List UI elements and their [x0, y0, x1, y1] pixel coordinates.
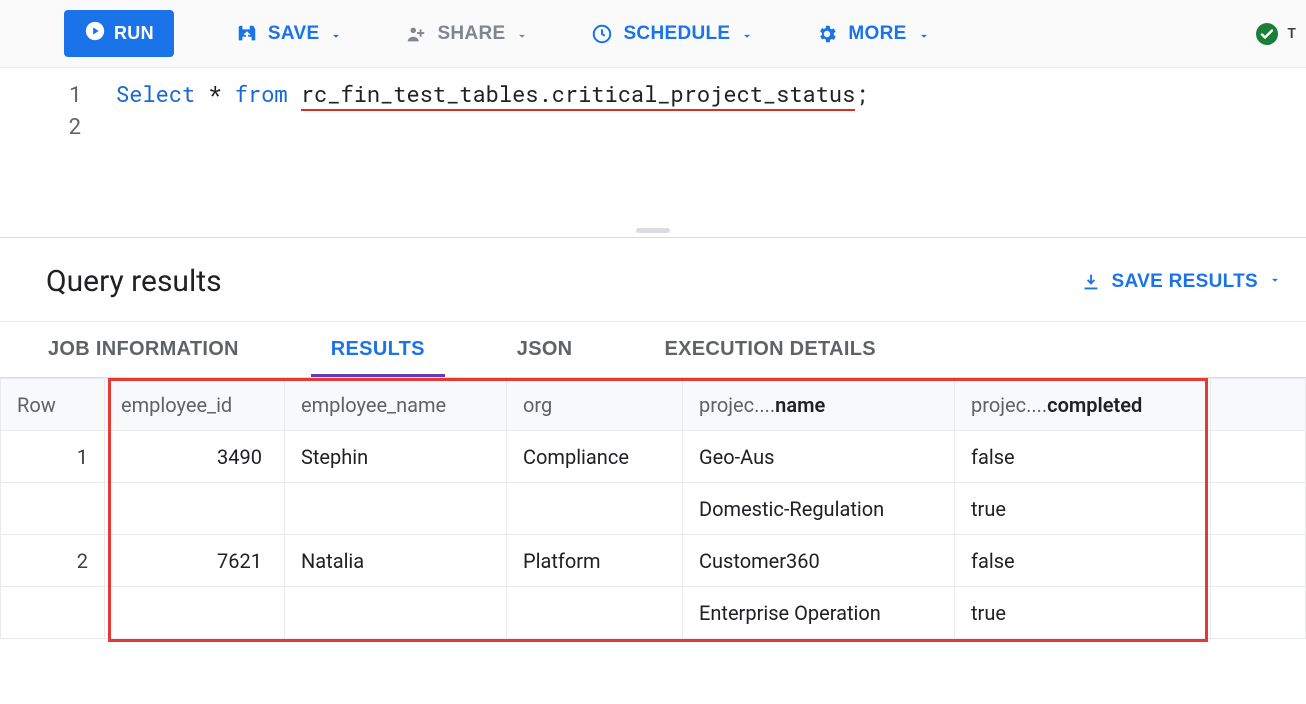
tab-json[interactable]: JSON [517, 322, 573, 377]
share-icon [405, 23, 427, 45]
chevron-down-icon [917, 27, 931, 41]
save-results-button[interactable]: SAVE RESULTS [1080, 271, 1282, 293]
check-circle-icon [1255, 22, 1279, 46]
table-row[interactable]: 1 3490 Stephin Compliance Geo-Aus false [1, 431, 1306, 483]
save-results-label: SAVE RESULTS [1112, 271, 1258, 293]
cell-employee-name [285, 483, 507, 535]
results-header: Query results SAVE RESULTS [0, 238, 1306, 322]
results-title: Query results [46, 264, 222, 299]
save-icon [236, 23, 258, 45]
cell-padding [1211, 535, 1306, 587]
chevron-down-icon [1268, 271, 1282, 293]
cell-padding [1211, 431, 1306, 483]
keyword: Select [116, 79, 195, 108]
chevron-down-icon [329, 27, 343, 41]
line-gutter: 1 2 [0, 68, 100, 237]
col-project-completed[interactable]: projec....completed [955, 379, 1211, 431]
col-employee-id[interactable]: employee_id [105, 379, 285, 431]
cell-padding [1211, 587, 1306, 639]
editor-resize-handle[interactable] [636, 228, 670, 233]
line-number: 1 [0, 78, 82, 110]
more-button[interactable]: MORE [816, 23, 930, 45]
code-text: ; [855, 79, 868, 108]
chevron-down-icon [515, 27, 529, 41]
query-valid-indicator: T [1255, 22, 1296, 46]
gear-icon [816, 23, 838, 45]
col-org[interactable]: org [507, 379, 683, 431]
run-button[interactable]: RUN [64, 10, 174, 57]
play-icon [84, 20, 106, 47]
col-employee-name[interactable]: employee_name [285, 379, 507, 431]
table-header-row: Row employee_id employee_name org projec… [1, 379, 1306, 431]
tab-job-information[interactable]: JOB INFORMATION [48, 322, 239, 377]
more-label: MORE [848, 23, 906, 45]
cell-org: Compliance [507, 431, 683, 483]
results-body: 1 3490 Stephin Compliance Geo-Aus false … [1, 431, 1306, 639]
cell-rownum: 2 [1, 535, 105, 587]
cell-rownum: 1 [1, 431, 105, 483]
results-table: Row employee_id employee_name org projec… [0, 378, 1306, 639]
table-row[interactable]: Enterprise Operation true [1, 587, 1306, 639]
cell-employee-name: Stephin [285, 431, 507, 483]
table-identifier: rc_fin_test_tables.critical_project_stat… [301, 79, 856, 111]
cell-project-completed: false [955, 535, 1211, 587]
save-label: SAVE [268, 23, 320, 45]
share-label: SHARE [437, 23, 505, 45]
keyword: from [235, 79, 288, 108]
schedule-label: SCHEDULE [623, 23, 730, 45]
tab-results[interactable]: RESULTS [331, 322, 425, 377]
sql-code[interactable]: Select * from rc_fin_test_tables.critica… [100, 68, 1306, 237]
save-button[interactable]: SAVE [236, 23, 344, 45]
cell-rownum [1, 483, 105, 535]
cell-project-completed: true [955, 587, 1211, 639]
download-icon [1080, 271, 1102, 293]
cell-project-completed: false [955, 431, 1211, 483]
cell-org [507, 587, 683, 639]
cell-rownum [1, 587, 105, 639]
cell-org: Platform [507, 535, 683, 587]
code-text [288, 79, 301, 108]
status-text: T [1287, 26, 1296, 42]
cell-employee-name [285, 587, 507, 639]
cell-project-name: Enterprise Operation [683, 587, 955, 639]
col-project-name[interactable]: projec....name [683, 379, 955, 431]
cell-org [507, 483, 683, 535]
cell-project-name: Geo-Aus [683, 431, 955, 483]
col-row[interactable]: Row [1, 379, 105, 431]
cell-employee-id: 3490 [105, 431, 285, 483]
tab-execution-details[interactable]: EXECUTION DETAILS [664, 322, 875, 377]
results-tabs: JOB INFORMATION RESULTS JSON EXECUTION D… [0, 322, 1306, 378]
cell-padding [1211, 483, 1306, 535]
sql-editor[interactable]: 1 2 Select * from rc_fin_test_tables.cri… [0, 68, 1306, 238]
code-text: * [195, 79, 235, 108]
run-label: RUN [114, 23, 154, 44]
share-button[interactable]: SHARE [405, 23, 529, 45]
cell-project-name: Customer360 [683, 535, 955, 587]
query-toolbar: RUN SAVE SHARE SCHEDULE MORE [0, 0, 1306, 68]
cell-employee-id [105, 587, 285, 639]
chevron-down-icon [740, 27, 754, 41]
cell-employee-name: Natalia [285, 535, 507, 587]
results-table-wrap: Row employee_id employee_name org projec… [0, 378, 1306, 659]
cell-employee-id [105, 483, 285, 535]
table-row[interactable]: 2 7621 Natalia Platform Customer360 fals… [1, 535, 1306, 587]
cell-project-name: Domestic-Regulation [683, 483, 955, 535]
cell-employee-id: 7621 [105, 535, 285, 587]
table-row[interactable]: Domestic-Regulation true [1, 483, 1306, 535]
clock-icon [591, 23, 613, 45]
schedule-button[interactable]: SCHEDULE [591, 23, 754, 45]
cell-project-completed: true [955, 483, 1211, 535]
col-padding [1211, 379, 1306, 431]
line-number: 2 [0, 110, 82, 142]
